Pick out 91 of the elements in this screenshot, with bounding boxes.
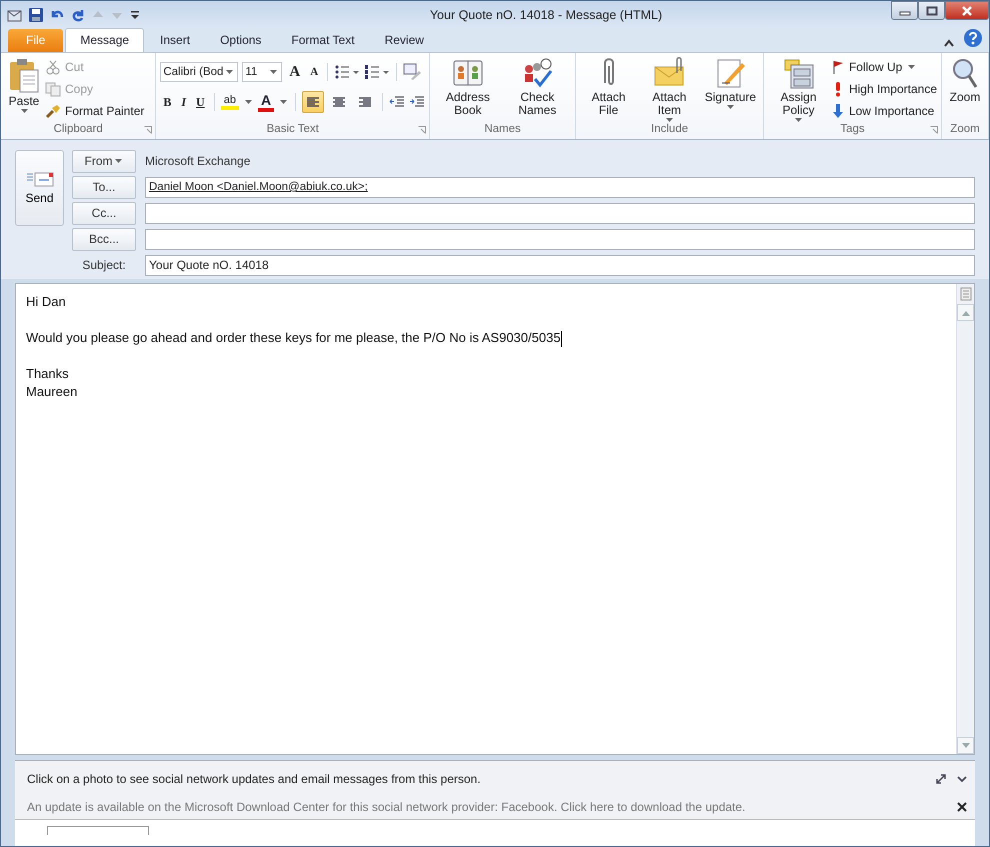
clipboard-icon [8, 57, 40, 93]
ribbon-button[interactable]: Attach File [580, 56, 638, 123]
brush-icon [45, 103, 61, 119]
ribbon-button[interactable]: Signature [702, 56, 760, 123]
save-icon[interactable] [28, 6, 44, 22]
increase-indent-icon[interactable] [409, 95, 426, 109]
paperclip-icon [602, 57, 615, 87]
photo-tab[interactable] [47, 826, 149, 835]
group-label: Basic Text [266, 123, 319, 137]
window-title: Your Quote nO. 14018 - Message (HTML) [428, 8, 664, 22]
down-arrow-icon [962, 742, 970, 748]
font-size-box[interactable]: 11 [242, 62, 282, 82]
tag-item[interactable]: High Importance [830, 80, 937, 98]
envelope-icon [26, 171, 54, 187]
ribbon-tab[interactable]: Format Text [277, 29, 369, 52]
ribbon-tab[interactable]: Message [65, 28, 144, 52]
caret-icon[interactable] [280, 100, 288, 104]
styles-icon[interactable] [403, 63, 422, 81]
expand-icon[interactable] [935, 773, 947, 785]
scissors-icon [45, 59, 61, 75]
caret-icon [226, 70, 234, 74]
help-icon[interactable] [963, 28, 983, 48]
align-button[interactable] [302, 91, 324, 113]
recipient-field[interactable]: Daniel Moon <Daniel.Moon@abiuk.co.uk>; [145, 176, 975, 198]
zoom-button[interactable]: Zoom [946, 56, 984, 123]
shrink-font-button[interactable]: A [307, 66, 322, 78]
group-label: Include [651, 123, 688, 137]
paste-button[interactable]: Paste [5, 56, 43, 123]
decrease-indent-icon[interactable] [389, 95, 406, 109]
dialog-launcher-icon[interactable] [418, 126, 426, 134]
from-account: Microsoft Exchange [145, 154, 250, 168]
ribbon-tab[interactable]: Options [206, 29, 276, 52]
group-label: Zoom [950, 123, 980, 137]
people-pane-message: Click on a photo to see social network updates and email messages from this person. [27, 772, 482, 786]
close-icon[interactable] [957, 802, 967, 812]
minimize-button[interactable] [891, 1, 918, 20]
ribbon-button[interactable]: Check Names [504, 56, 572, 123]
ribbon-button[interactable]: Address Book [434, 56, 502, 123]
close-icon [960, 4, 974, 16]
send-button[interactable]: Send [15, 150, 64, 226]
align-center-icon [332, 96, 346, 108]
highlight-button[interactable]: ab [220, 94, 239, 110]
update-notice[interactable]: An update is available on the Microsoft Download Center for this social network provider: Facebook. Click here to download the update. [27, 800, 947, 814]
dialog-launcher-icon[interactable] [144, 126, 152, 134]
recipient-field[interactable] [145, 202, 975, 224]
recipient-field[interactable] [145, 228, 975, 250]
ribbon-tab[interactable]: Insert [146, 29, 204, 52]
caret-icon [270, 70, 278, 74]
font-color-button[interactable]: A [258, 92, 274, 112]
caret-icon [666, 118, 673, 122]
close-button[interactable] [945, 1, 989, 20]
caret-icon [908, 65, 916, 69]
text-style-button[interactable]: U [193, 94, 208, 110]
clipboard-item[interactable]: Format Painter [45, 102, 144, 120]
caret-icon[interactable] [244, 100, 252, 104]
bullets-icon[interactable] [334, 64, 360, 80]
ribbon-tab[interactable]: Review [370, 29, 438, 52]
minimize-ribbon-icon[interactable] [943, 38, 955, 48]
maximize-button[interactable] [918, 1, 945, 20]
group-label: Clipboard [54, 123, 103, 137]
recipient-button[interactable]: To... [72, 176, 136, 198]
caret-icon [795, 118, 802, 122]
collapse-icon[interactable] [957, 774, 967, 784]
up-arrow-icon [962, 310, 970, 316]
recipient-button[interactable]: Cc... [72, 202, 136, 224]
subject-label: Subject: [81, 258, 127, 272]
tag-item[interactable]: Follow Up [830, 58, 937, 76]
file-cabinet-icon [782, 57, 815, 89]
font-name-box[interactable]: Calibri (Bod [160, 62, 238, 82]
maximize-icon [926, 6, 938, 16]
recipient-button[interactable]: Bcc... [72, 228, 136, 250]
copy-icon [45, 81, 61, 97]
down-arrow-icon [830, 103, 845, 119]
dialog-launcher-icon[interactable] [930, 126, 938, 134]
caret-icon [20, 109, 28, 113]
text-style-button[interactable]: B [160, 94, 174, 110]
align-left-icon [306, 96, 320, 108]
caret-icon [114, 159, 122, 163]
caret-icon [726, 105, 734, 109]
ribbon-button[interactable]: Attach Item [639, 56, 700, 123]
tag-item[interactable]: Low Importance [830, 102, 937, 120]
text-style-button[interactable]: I [178, 94, 190, 110]
group-label: Tags [840, 123, 865, 137]
numbering-icon[interactable] [364, 64, 390, 80]
assign-policy-button[interactable]: Assign Policy [768, 56, 829, 123]
flag-icon [830, 59, 845, 75]
grow-font-button[interactable]: A [286, 64, 304, 80]
align-right-icon [358, 96, 372, 108]
from-button[interactable]: From [72, 150, 136, 172]
group-label: Names [484, 123, 521, 137]
subject-field[interactable]: Your Quote nO. 14018 [145, 254, 975, 276]
